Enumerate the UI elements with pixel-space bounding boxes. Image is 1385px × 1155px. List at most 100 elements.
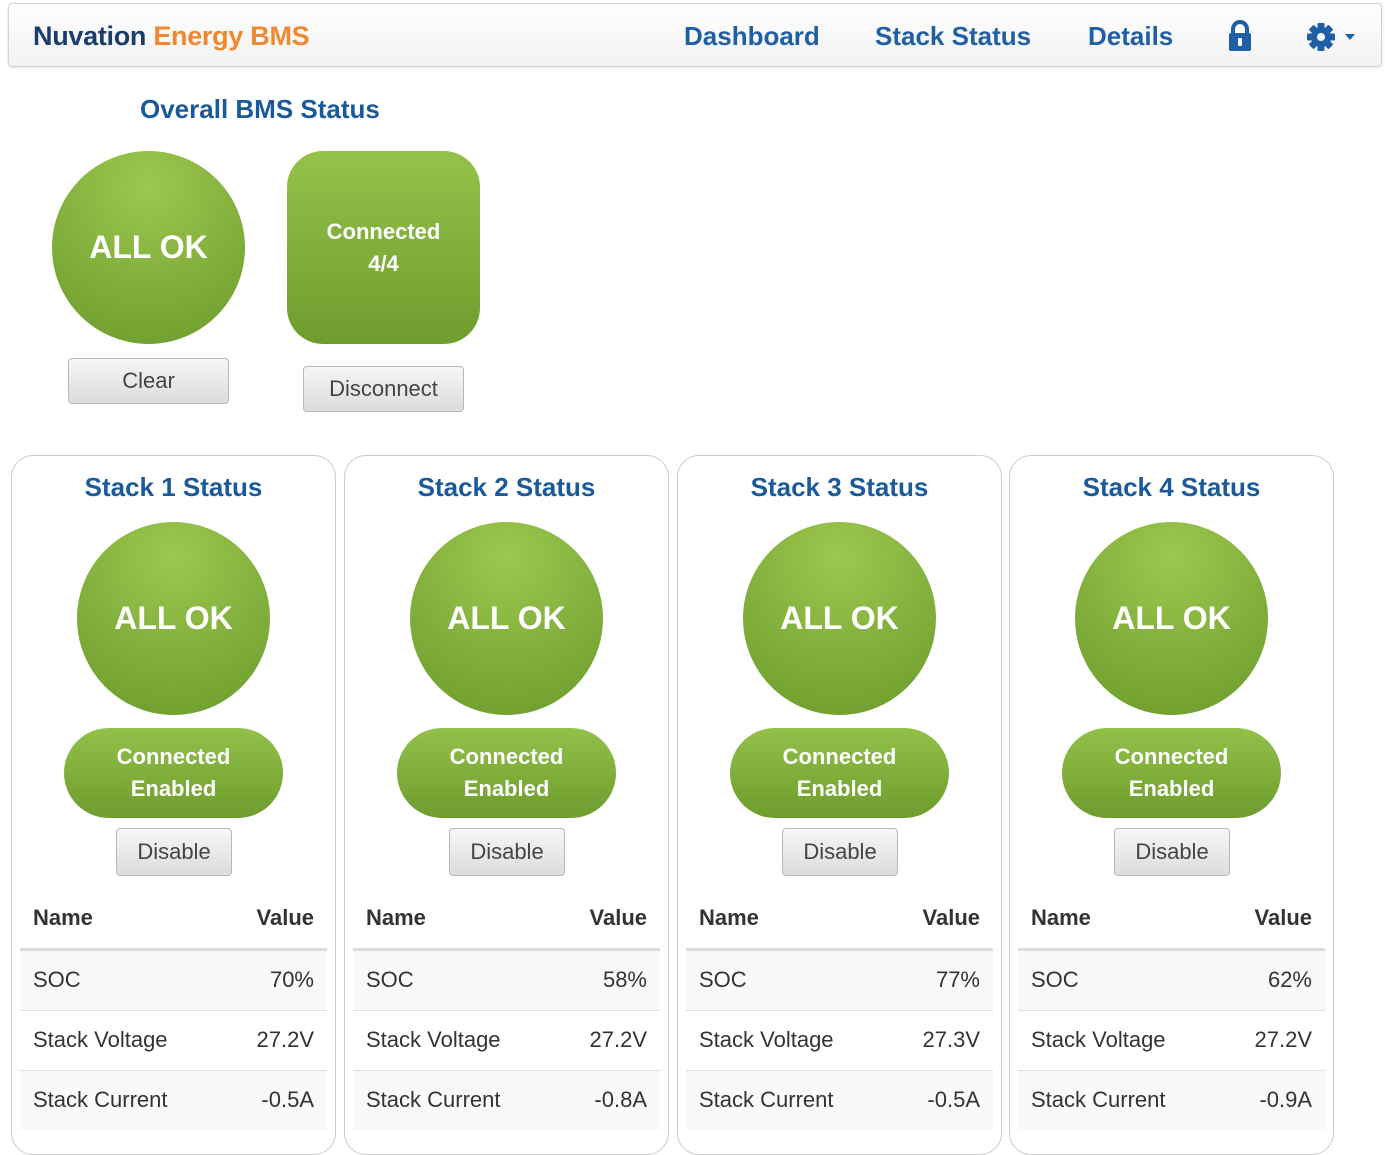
- stack-values-table: Name Value SOC 77% Stack Voltage 27.3V S…: [686, 888, 993, 1130]
- stack-enable-state: Enabled: [1128, 776, 1215, 801]
- stack-connection-state: Connected: [782, 744, 897, 769]
- row-name: Stack Current: [33, 1087, 168, 1112]
- disable-button[interactable]: Disable: [782, 828, 898, 876]
- stack-panel: Stack 1 Status ALL OK Connected Enabled …: [11, 455, 336, 1155]
- stack-panel: Stack 4 Status ALL OK Connected Enabled …: [1009, 455, 1334, 1155]
- table-row: Stack Current -0.8A: [353, 1070, 660, 1130]
- stack-title: Stack 2 Status: [417, 472, 596, 502]
- clear-button[interactable]: Clear: [68, 358, 229, 404]
- stack-values-table: Name Value SOC 62% Stack Voltage 27.2V S…: [1018, 888, 1325, 1130]
- row-value: 27.3V: [922, 1027, 981, 1052]
- header-value: Value: [589, 905, 647, 930]
- table-row: Stack Current -0.5A: [20, 1070, 327, 1130]
- stack-connection-state: Connected: [449, 744, 564, 769]
- overall-status-title: Overall BMS Status: [140, 94, 380, 124]
- row-value: -0.5A: [927, 1087, 980, 1112]
- header-value: Value: [1254, 905, 1312, 930]
- row-value: 62%: [1267, 967, 1312, 992]
- table-row: SOC 62%: [1018, 950, 1325, 1010]
- brand-logo[interactable]: Nuvation Energy BMS: [33, 21, 310, 52]
- stack-panel: Stack 3 Status ALL OK Connected Enabled …: [677, 455, 1002, 1155]
- row-name: Stack Voltage: [1031, 1027, 1166, 1052]
- stack-enable-state: Enabled: [130, 776, 217, 801]
- stack-state-badge: Connected Enabled: [397, 728, 616, 818]
- row-value: -0.8A: [594, 1087, 647, 1112]
- header-name: Name: [1031, 905, 1091, 930]
- stack-title: Stack 1 Status: [84, 472, 263, 502]
- row-value: 77%: [935, 967, 980, 992]
- stack-title: Stack 4 Status: [1082, 472, 1261, 502]
- stack-status-indicator: ALL OK: [410, 522, 603, 715]
- overall-status-indicator: ALL OK: [52, 151, 245, 344]
- stack-enable-state: Enabled: [796, 776, 883, 801]
- brand-name: Nuvation: [33, 21, 147, 51]
- header-value: Value: [922, 905, 980, 930]
- row-name: SOC: [699, 967, 747, 992]
- row-name: SOC: [366, 967, 414, 992]
- header-value: Value: [256, 905, 314, 930]
- stack-status-indicator: ALL OK: [77, 522, 270, 715]
- disconnect-button[interactable]: Disconnect: [303, 366, 464, 412]
- disable-button[interactable]: Disable: [1114, 828, 1230, 876]
- nav-details[interactable]: Details: [1088, 21, 1173, 52]
- stack-state-badge: Connected Enabled: [730, 728, 949, 818]
- disable-button[interactable]: Disable: [116, 828, 232, 876]
- row-name: Stack Current: [699, 1087, 834, 1112]
- row-name: SOC: [33, 967, 81, 992]
- row-name: SOC: [1031, 967, 1079, 992]
- stack-state-badge: Connected Enabled: [1062, 728, 1281, 818]
- stack-panel: Stack 2 Status ALL OK Connected Enabled …: [344, 455, 669, 1155]
- stack-connection-state: Connected: [1114, 744, 1229, 769]
- stack-enable-state: Enabled: [463, 776, 550, 801]
- row-name: Stack Current: [366, 1087, 501, 1112]
- disable-button[interactable]: Disable: [449, 828, 565, 876]
- table-header: Name Value: [1018, 888, 1325, 950]
- table-header: Name Value: [353, 888, 660, 950]
- connection-status-indicator: Connected 4/4: [287, 151, 480, 344]
- stack-status-text: ALL OK: [780, 600, 899, 636]
- top-navbar: Nuvation Energy BMS Dashboard Stack Stat…: [8, 3, 1382, 67]
- row-value: 27.2V: [256, 1027, 315, 1052]
- table-row: Stack Voltage 27.2V: [20, 1010, 327, 1070]
- table-row: Stack Current -0.5A: [686, 1070, 993, 1130]
- row-value: 58%: [602, 967, 647, 992]
- caret-down-icon: [1345, 34, 1355, 40]
- stack-status-indicator: ALL OK: [743, 522, 936, 715]
- gear-icon: [1307, 23, 1335, 51]
- row-name: Stack Voltage: [33, 1027, 168, 1052]
- table-header: Name Value: [686, 888, 993, 950]
- overall-status-text: ALL OK: [89, 229, 208, 265]
- settings-menu[interactable]: [1306, 22, 1362, 57]
- lock-icon[interactable]: [1227, 20, 1253, 57]
- stack-state-badge: Connected Enabled: [64, 728, 283, 818]
- header-name: Name: [33, 905, 93, 930]
- table-row: SOC 77%: [686, 950, 993, 1010]
- stack-connection-state: Connected: [116, 744, 231, 769]
- connection-count: 4/4: [368, 250, 399, 276]
- stack-status-text: ALL OK: [114, 600, 233, 636]
- row-name: Stack Voltage: [366, 1027, 501, 1052]
- table-row: Stack Voltage 27.3V: [686, 1010, 993, 1070]
- row-value: 27.2V: [589, 1027, 648, 1052]
- stack-values-table: Name Value SOC 70% Stack Voltage 27.2V S…: [20, 888, 327, 1130]
- row-name: Stack Voltage: [699, 1027, 834, 1052]
- row-value: -0.9A: [1259, 1087, 1312, 1112]
- table-row: Stack Voltage 27.2V: [1018, 1010, 1325, 1070]
- table-row: SOC 58%: [353, 950, 660, 1010]
- nav-stack-status[interactable]: Stack Status: [875, 21, 1031, 52]
- stack-status-text: ALL OK: [447, 600, 566, 636]
- row-value: 70%: [269, 967, 314, 992]
- stack-values-table: Name Value SOC 58% Stack Voltage 27.2V S…: [353, 888, 660, 1130]
- table-row: Stack Current -0.9A: [1018, 1070, 1325, 1130]
- connection-status-label: Connected: [326, 218, 441, 244]
- row-value: 27.2V: [1254, 1027, 1313, 1052]
- row-value: -0.5A: [261, 1087, 314, 1112]
- stack-status-indicator: ALL OK: [1075, 522, 1268, 715]
- stack-title: Stack 3 Status: [750, 472, 929, 502]
- header-name: Name: [699, 905, 759, 930]
- brand-product: Energy BMS: [153, 21, 310, 51]
- table-row: Stack Voltage 27.2V: [353, 1010, 660, 1070]
- header-name: Name: [366, 905, 426, 930]
- stack-status-text: ALL OK: [1112, 600, 1231, 636]
- nav-dashboard[interactable]: Dashboard: [684, 21, 820, 52]
